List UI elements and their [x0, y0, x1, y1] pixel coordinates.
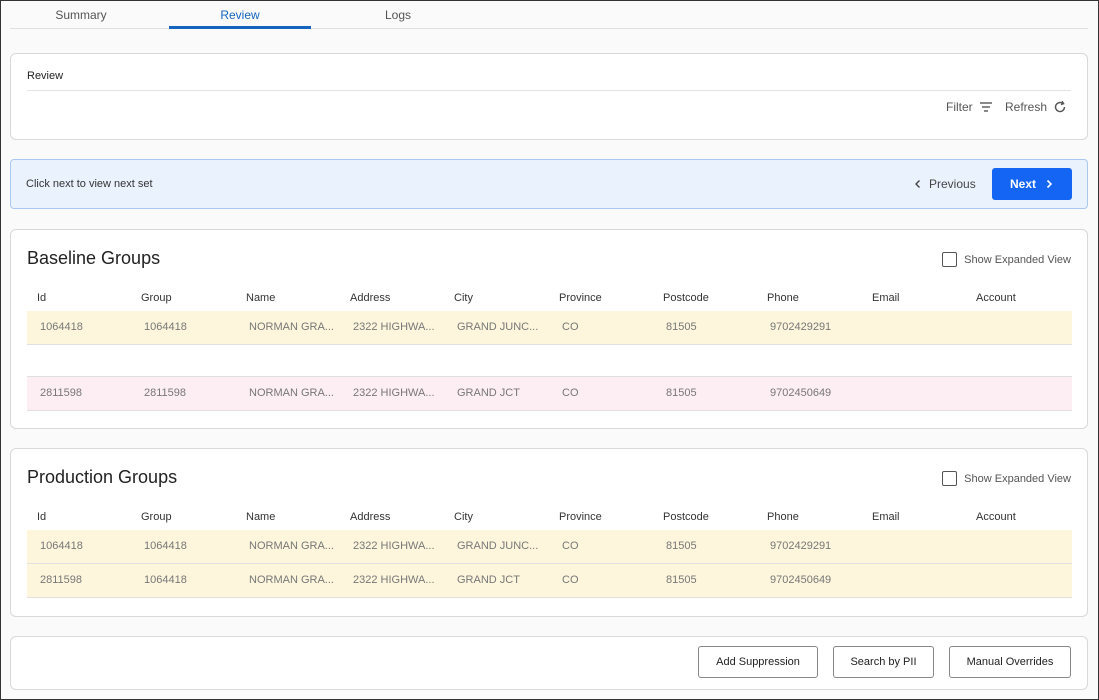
- cell-city: GRAND JUNC...: [457, 321, 539, 333]
- col-name: Name: [246, 292, 276, 304]
- col-city: City: [454, 511, 473, 523]
- review-title: Review: [27, 70, 64, 82]
- previous-label: Previous: [929, 177, 976, 191]
- tab-review[interactable]: Review: [169, 0, 311, 29]
- info-bar: Click next to view next set Previous Nex…: [10, 159, 1088, 209]
- col-postcode: Postcode: [663, 292, 709, 304]
- col-province: Province: [559, 292, 602, 304]
- cell-name: NORMAN GRA...: [249, 540, 334, 552]
- production-title: Production Groups: [27, 467, 178, 487]
- cell-name: NORMAN GRA...: [249, 574, 334, 586]
- cell-address: 2322 HIGHWA...: [353, 540, 435, 552]
- baseline-groups-card: Baseline Groups Show Expanded View Id Gr…: [10, 229, 1088, 429]
- cell-phone: 9702450649: [770, 387, 832, 399]
- cell-city: GRAND JCT: [457, 387, 520, 399]
- col-address: Address: [350, 292, 391, 304]
- expand-label: Show Expanded View: [964, 253, 1071, 266]
- production-groups-card: Production Groups Show Expanded View Id …: [10, 448, 1088, 617]
- chevron-right-icon: [1046, 179, 1053, 189]
- col-province: Province: [559, 511, 602, 523]
- refresh-label: Refresh: [1005, 100, 1048, 114]
- checkbox[interactable]: [942, 252, 958, 267]
- info-text: Click next to view next set: [26, 178, 153, 190]
- col-phone: Phone: [767, 292, 799, 304]
- cell-postcode: 81505: [666, 574, 697, 586]
- cell-group: 1064418: [144, 540, 187, 552]
- baseline-title: Baseline Groups: [27, 248, 161, 268]
- add-suppression-button[interactable]: Add Suppression: [698, 646, 818, 678]
- col-address: Address: [350, 511, 391, 523]
- cell-id: 2811598: [40, 574, 83, 586]
- tab-bar: Summary Review Logs: [10, 0, 1088, 29]
- col-email: Email: [872, 511, 900, 523]
- cell-phone: 9702450649: [770, 574, 832, 586]
- checkbox[interactable]: [942, 471, 958, 486]
- manual-overrides-button[interactable]: Manual Overrides: [949, 646, 1071, 678]
- table-row[interactable]: 1064418 1064418 NORMAN GRA... 2322 HIGHW…: [27, 311, 1072, 345]
- table-header: Id Group Name Address City Province Post…: [27, 289, 1072, 311]
- cell-group: 2811598: [144, 387, 187, 399]
- baseline-table: Id Group Name Address City Province Post…: [27, 289, 1072, 411]
- cell-address: 2322 HIGHWA...: [353, 387, 435, 399]
- col-group: Group: [141, 292, 172, 304]
- table-header: Id Group Name Address City Province Post…: [27, 508, 1072, 530]
- col-account: Account: [976, 292, 1016, 304]
- previous-button[interactable]: Previous: [913, 168, 983, 200]
- baseline-expand-toggle[interactable]: Show Expanded View: [942, 252, 1071, 267]
- col-id: Id: [37, 511, 47, 523]
- cell-province: CO: [562, 387, 579, 399]
- col-id: Id: [37, 292, 47, 304]
- review-card: Review Filter Refresh: [10, 53, 1088, 140]
- tab-logs[interactable]: Logs: [327, 0, 469, 28]
- filter-label: Filter: [946, 100, 973, 114]
- table-row[interactable]: 1064418 1064418 NORMAN GRA... 2322 HIGHW…: [27, 530, 1072, 564]
- tab-summary[interactable]: Summary: [10, 0, 152, 28]
- next-button[interactable]: Next: [992, 168, 1072, 200]
- cell-group: 1064418: [144, 321, 187, 333]
- footer-actions-card: Add Suppression Search by PII Manual Ove…: [10, 636, 1088, 690]
- cell-phone: 9702429291: [770, 321, 832, 333]
- search-by-pii-button[interactable]: Search by PII: [833, 646, 934, 678]
- cell-name: NORMAN GRA...: [249, 387, 334, 399]
- next-label: Next: [1009, 177, 1036, 191]
- chevron-left-icon: [915, 180, 920, 188]
- cell-province: CO: [562, 540, 579, 552]
- production-expand-toggle[interactable]: Show Expanded View: [942, 471, 1071, 486]
- cell-postcode: 81505: [666, 387, 697, 399]
- col-city: City: [454, 292, 473, 304]
- col-phone: Phone: [767, 511, 799, 523]
- cell-phone: 9702429291: [770, 540, 832, 552]
- cell-city: GRAND JUNC...: [457, 540, 539, 552]
- cell-province: CO: [562, 321, 579, 333]
- cell-group: 1064418: [144, 574, 187, 586]
- cell-address: 2322 HIGHWA...: [353, 574, 435, 586]
- table-row[interactable]: 2811598 2811598 NORMAN GRA... 2322 HIGHW…: [27, 377, 1072, 411]
- divider: [27, 90, 1071, 91]
- cell-id: 2811598: [40, 387, 83, 399]
- col-group: Group: [141, 511, 172, 523]
- expand-label: Show Expanded View: [964, 472, 1071, 485]
- table-row-spacer: [27, 345, 1072, 377]
- cell-city: GRAND JCT: [457, 574, 520, 586]
- col-postcode: Postcode: [663, 511, 709, 523]
- cell-postcode: 81505: [666, 321, 697, 333]
- filter-button[interactable]: Filter: [946, 100, 993, 114]
- table-row[interactable]: 2811598 1064418 NORMAN GRA... 2322 HIGHW…: [27, 564, 1072, 598]
- production-table: Id Group Name Address City Province Post…: [27, 508, 1072, 598]
- filter-icon: [979, 102, 992, 112]
- cell-address: 2322 HIGHWA...: [353, 321, 435, 333]
- col-account: Account: [976, 511, 1016, 523]
- refresh-button[interactable]: Refresh: [1005, 100, 1067, 114]
- cell-postcode: 81505: [666, 540, 697, 552]
- col-email: Email: [872, 292, 900, 304]
- col-name: Name: [246, 511, 276, 523]
- cell-name: NORMAN GRA...: [249, 321, 334, 333]
- cell-id: 1064418: [40, 540, 83, 552]
- refresh-icon: [1054, 100, 1066, 113]
- cell-province: CO: [562, 574, 579, 586]
- cell-id: 1064418: [40, 321, 83, 333]
